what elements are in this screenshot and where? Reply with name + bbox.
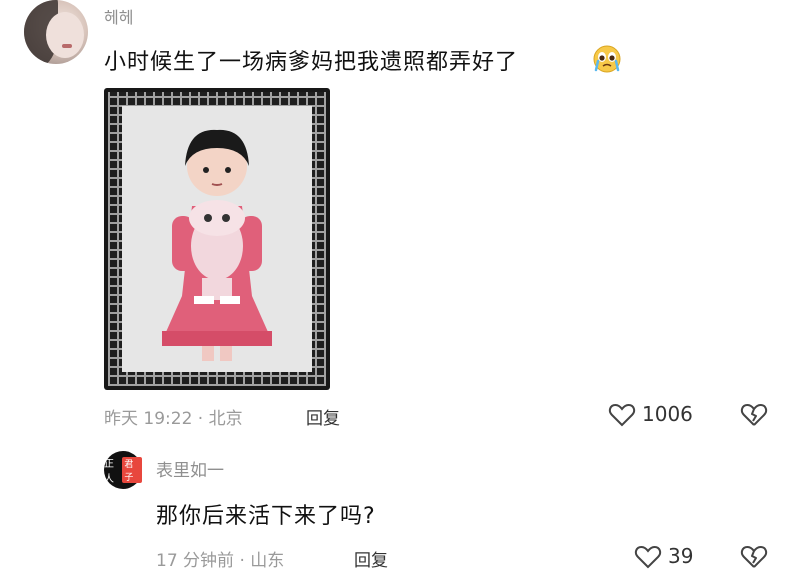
memorial-photo[interactable] bbox=[104, 88, 330, 390]
comment-username[interactable]: 헤헤 bbox=[104, 4, 133, 28]
comment-meta: 昨天 19:22 · 北京 bbox=[104, 409, 243, 429]
comment-text: 小时候生了一场病爹妈把我遗照都弄好了 bbox=[104, 50, 519, 75]
like-count: 1006 bbox=[642, 402, 693, 426]
photo-content bbox=[122, 106, 312, 372]
badge-text: 正人 bbox=[104, 459, 114, 485]
reply-button[interactable]: 回复 bbox=[354, 546, 388, 571]
heart-icon[interactable] bbox=[634, 543, 662, 571]
avatar-face bbox=[46, 12, 84, 58]
child-illustration bbox=[122, 106, 312, 372]
comment-username[interactable]: 表里如一 bbox=[156, 456, 224, 481]
avatar[interactable]: 正人 君子 bbox=[104, 451, 142, 489]
comment-text: 那你后来活下来了吗? bbox=[156, 504, 376, 529]
avatar-lip bbox=[62, 44, 72, 48]
crying-face-icon bbox=[593, 45, 621, 73]
reply-button[interactable]: 回复 bbox=[306, 404, 340, 429]
broken-heart-icon[interactable] bbox=[740, 543, 768, 571]
heart-icon[interactable] bbox=[608, 401, 636, 429]
like-count: 39 bbox=[668, 544, 694, 568]
badge-tag: 君子 bbox=[122, 457, 142, 483]
comment-meta: 17 分钟前 · 山东 bbox=[156, 551, 285, 571]
broken-heart-icon[interactable] bbox=[740, 401, 768, 429]
avatar[interactable] bbox=[24, 0, 88, 64]
